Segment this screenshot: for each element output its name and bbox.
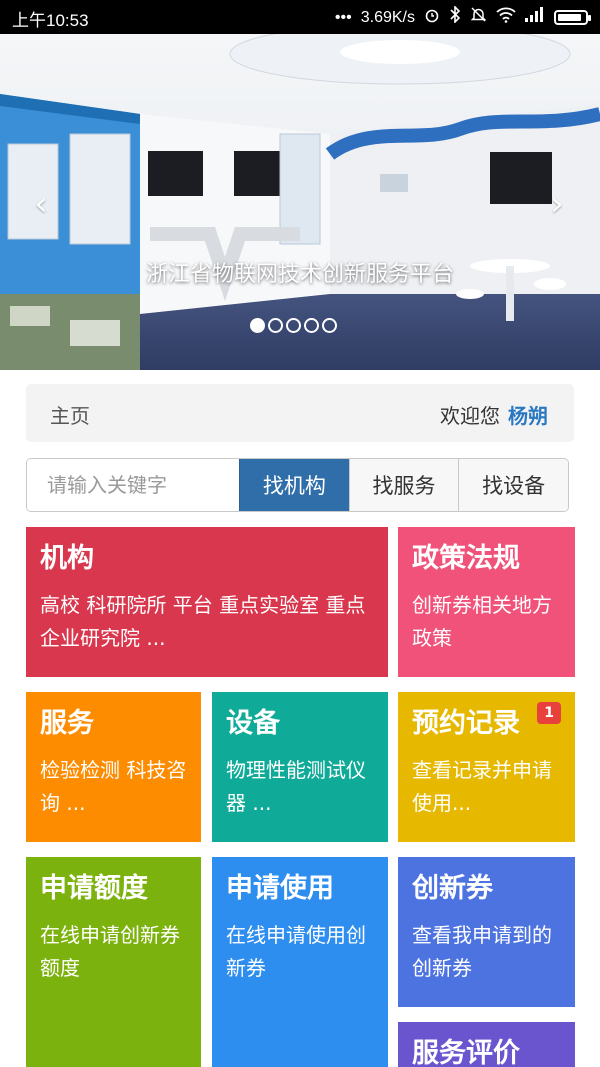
status-icons: ••• 3.69K/s bbox=[334, 5, 591, 29]
tile-equipment[interactable]: 设备 物理性能测试仪器 ... bbox=[212, 692, 388, 842]
tile-title: 创新券 bbox=[412, 873, 493, 904]
banner-carousel[interactable]: ‹ › 浙江省物联网技术创新服务平台 bbox=[0, 34, 600, 370]
carousel-indicators[interactable] bbox=[250, 318, 337, 333]
find-institution-button[interactable]: 找机构 bbox=[239, 459, 349, 511]
tile-description: 创新券相关地方政策 bbox=[412, 593, 552, 650]
carousel-dot[interactable] bbox=[322, 318, 337, 333]
network-speed: 3.69K/s bbox=[360, 8, 415, 26]
signal-icon bbox=[525, 7, 545, 28]
status-dots: ••• bbox=[334, 8, 352, 26]
tile-title: 服务评价 bbox=[412, 1038, 520, 1067]
banner-next-arrow[interactable]: › bbox=[542, 184, 572, 224]
search-bar: 找机构 找服务 找设备 bbox=[26, 458, 569, 512]
tile-title: 政策法规 bbox=[412, 543, 520, 574]
tile-description: 高校 科研院所 平台 重点实验室 重点企业研究院 ... bbox=[40, 593, 366, 650]
tile-description: 检验检测 科技咨询 ... bbox=[40, 758, 187, 815]
banner-prev-arrow[interactable]: ‹ bbox=[26, 184, 56, 224]
username-link[interactable]: 杨朔 bbox=[508, 404, 548, 428]
tile-title: 设备 bbox=[226, 708, 280, 739]
tile-description: 物理性能测试仪器 ... bbox=[226, 758, 366, 815]
tile-institutions[interactable]: 机构 高校 科研院所 平台 重点实验室 重点企业研究院 ... bbox=[26, 527, 388, 677]
tile-title: 申请额度 bbox=[40, 873, 148, 904]
breadcrumb-home[interactable]: 主页 bbox=[50, 400, 90, 429]
tile-apply-quota[interactable]: 申请额度 在线申请创新券额度 bbox=[26, 857, 201, 1067]
tile-title: 服务 bbox=[40, 708, 94, 739]
tile-service-review[interactable]: 服务评价 bbox=[398, 1022, 575, 1067]
alarm-icon bbox=[424, 7, 440, 29]
carousel-dot[interactable] bbox=[268, 318, 283, 333]
carousel-dot[interactable] bbox=[250, 318, 265, 333]
find-service-button[interactable]: 找服务 bbox=[348, 459, 459, 511]
carousel-dot[interactable] bbox=[304, 318, 319, 333]
tile-booking-records[interactable]: 预约记录 查看记录并申请使用... 1 bbox=[398, 692, 575, 842]
wifi-icon bbox=[496, 7, 516, 29]
welcome-label: 欢迎您 bbox=[440, 404, 500, 428]
tile-description: 在线申请使用创新券 bbox=[226, 923, 366, 980]
tile-description: 在线申请创新券额度 bbox=[40, 923, 180, 980]
bluetooth-icon bbox=[449, 5, 461, 29]
tile-title: 申请使用 bbox=[226, 873, 334, 904]
battery-icon bbox=[554, 10, 591, 25]
find-equipment-button[interactable]: 找设备 bbox=[458, 459, 568, 511]
banner-caption: 浙江省物联网技术创新服务平台 bbox=[145, 262, 454, 287]
tile-vouchers[interactable]: 创新券 查看我申请到的创新券 bbox=[398, 857, 575, 1007]
tile-policies[interactable]: 政策法规 创新券相关地方政策 bbox=[398, 527, 575, 677]
tile-title: 机构 bbox=[40, 543, 94, 574]
breadcrumb: 主页 欢迎您 杨朔 bbox=[26, 384, 574, 442]
notification-badge: 1 bbox=[537, 702, 561, 724]
status-time: 上午10:53 bbox=[12, 11, 89, 30]
tile-services[interactable]: 服务 检验检测 科技咨询 ... bbox=[26, 692, 201, 842]
carousel-dot[interactable] bbox=[286, 318, 301, 333]
status-bar: 上午10:53 ••• 3.69K/s bbox=[0, 0, 600, 34]
tile-description: 查看我申请到的创新券 bbox=[412, 923, 552, 980]
tile-description: 查看记录并申请使用... bbox=[412, 758, 552, 815]
welcome-message: 欢迎您 杨朔 bbox=[440, 400, 548, 429]
mute-icon bbox=[470, 6, 487, 29]
tile-apply-use[interactable]: 申请使用 在线申请使用创新券 bbox=[212, 857, 388, 1067]
search-input[interactable] bbox=[27, 459, 239, 511]
